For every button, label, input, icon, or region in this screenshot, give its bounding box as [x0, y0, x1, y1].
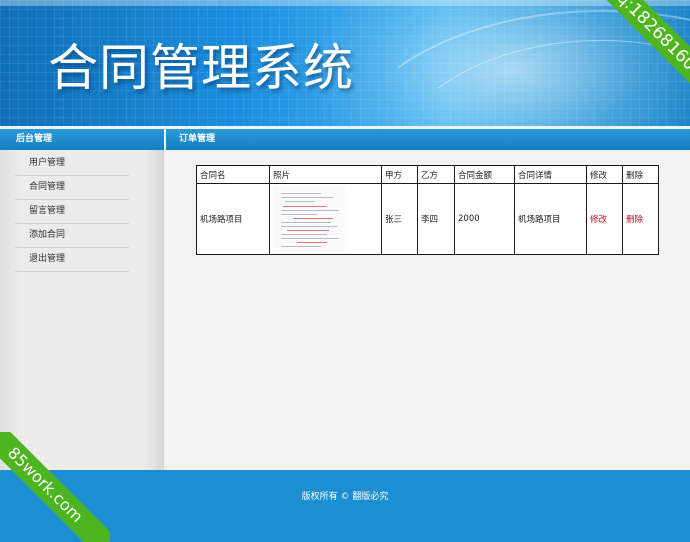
- cell-delete: 删除: [622, 183, 659, 255]
- cell-party-a: 张三: [381, 183, 418, 255]
- delete-link[interactable]: 删除: [626, 215, 643, 225]
- cell-amount: 2000: [454, 183, 515, 255]
- edit-link[interactable]: 修改: [590, 215, 607, 225]
- col-header-details: 合同详情: [514, 165, 587, 184]
- col-header-delete: 删除: [622, 165, 659, 184]
- col-header-photo: 照片: [269, 165, 382, 184]
- cell-edit: 修改: [586, 183, 623, 255]
- sidebar-item-users[interactable]: 用户管理: [15, 152, 129, 176]
- sidebar-item-logout[interactable]: 退出管理: [15, 248, 129, 272]
- watermark-top-right-text: qq:1826816020: [580, 0, 690, 115]
- table-row: 机场路项目 张三 李四 2000 机场路项目 修改 删除: [196, 183, 659, 255]
- watermark-bottom-left: 85work.com: [0, 432, 110, 542]
- sidebar-title: 后台管理: [0, 129, 164, 150]
- footer-copyright: 版权所有 © 翻版必究: [301, 492, 389, 502]
- watermark-bottom-left-text: 85work.com: [0, 432, 110, 542]
- table-header-row: 合同名 照片 甲方 乙方 合同金额 合同详情 修改 删除: [196, 165, 659, 184]
- col-header-party-a: 甲方: [381, 165, 418, 184]
- col-header-party-b: 乙方: [417, 165, 455, 184]
- contract-photo-thumbnail[interactable]: [273, 187, 345, 251]
- cell-photo: [269, 183, 382, 255]
- app-title: 合同管理系统: [48, 39, 354, 97]
- col-header-amount: 合同金额: [454, 165, 515, 184]
- sidebar-item-contracts[interactable]: 合同管理: [15, 176, 129, 200]
- sidebar-menu: 用户管理 合同管理 留言管理 添加合同 退出管理: [15, 152, 129, 272]
- sidebar-item-messages[interactable]: 留言管理: [15, 200, 129, 224]
- watermark-top-right: qq:1826816020: [556, 0, 690, 134]
- cell-contract-name: 机场路项目: [196, 183, 270, 255]
- cell-details: 机场路项目: [514, 183, 587, 255]
- col-header-name: 合同名: [196, 165, 270, 184]
- col-header-edit: 修改: [586, 165, 623, 184]
- sidebar-item-add-contract[interactable]: 添加合同: [15, 224, 129, 248]
- orders-table: 合同名 照片 甲方 乙方 合同金额 合同详情 修改 删除 机场路项目 张三 李四…: [196, 165, 659, 255]
- cell-party-b: 李四: [417, 183, 455, 255]
